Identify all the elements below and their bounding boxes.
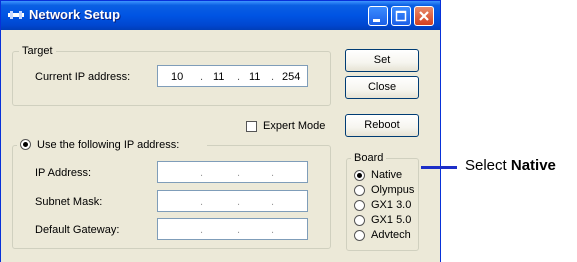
callout-emphasis: Native bbox=[510, 157, 556, 174]
static-ip-radio-header[interactable]: Use the following IP address: bbox=[17, 138, 207, 152]
ip-separator: . bbox=[237, 71, 241, 83]
ip-separator: . bbox=[200, 196, 204, 208]
default-gateway-label: Default Gateway: bbox=[35, 224, 120, 236]
subnet-mask-field[interactable]: . . . bbox=[157, 190, 308, 212]
reboot-button[interactable]: Reboot bbox=[345, 114, 419, 137]
board-group: Board Native Olympus GX1 3.0 GX1 5.0 Adv… bbox=[346, 151, 419, 251]
ip-separator: . bbox=[271, 167, 275, 179]
board-option-native: Native bbox=[371, 169, 403, 181]
callout-line bbox=[421, 166, 457, 169]
board-legend: Board bbox=[351, 151, 387, 165]
maximize-button[interactable] bbox=[391, 6, 411, 26]
ip-address-label: IP Address: bbox=[35, 167, 92, 179]
ip-separator: . bbox=[237, 224, 241, 236]
use-following-ip-label: Use the following IP address: bbox=[37, 139, 180, 151]
ip-separator: . bbox=[200, 167, 204, 179]
window-title: Network Setup bbox=[29, 7, 121, 22]
maximize-icon bbox=[395, 10, 407, 22]
target-group: Target Current IP address: 10 . 11 . 11 … bbox=[12, 44, 331, 106]
title-bar[interactable]: Network Setup bbox=[1, 1, 440, 30]
callout-prefix: Select bbox=[465, 157, 511, 174]
ip-octet: 10 bbox=[171, 71, 184, 83]
network-setup-window: Network Setup Target Current IP address:… bbox=[0, 0, 441, 262]
ip-octet: 11 bbox=[249, 71, 261, 83]
ip-separator: . bbox=[271, 196, 275, 208]
current-ip-label: Current IP address: bbox=[35, 71, 131, 83]
callout-text: Select Native bbox=[465, 157, 556, 175]
ip-separator: . bbox=[200, 224, 204, 236]
ip-separator: . bbox=[271, 71, 275, 83]
ip-separator: . bbox=[271, 224, 275, 236]
board-radio-olympus[interactable] bbox=[354, 185, 365, 196]
subnet-mask-label: Subnet Mask: bbox=[35, 196, 103, 208]
minimize-icon bbox=[373, 19, 380, 22]
board-option-gx1-5: GX1 5.0 bbox=[371, 214, 412, 226]
board-option-advtech: Advtech bbox=[371, 229, 411, 241]
board-radio-gx1-5[interactable] bbox=[354, 215, 365, 226]
set-button[interactable]: Set bbox=[345, 49, 419, 72]
use-following-ip-radio[interactable] bbox=[20, 139, 31, 150]
static-ip-group: Use the following IP address: IP Address… bbox=[12, 138, 331, 249]
board-radio-native[interactable] bbox=[354, 170, 365, 181]
ip-octet: 11 bbox=[213, 71, 225, 83]
close-window-button[interactable] bbox=[414, 6, 434, 26]
ip-address-field[interactable]: . . . bbox=[157, 161, 308, 183]
minimize-button[interactable] bbox=[368, 6, 388, 26]
current-ip-field[interactable]: 10 . 11 . 11 . 254 bbox=[157, 65, 308, 87]
ip-separator: . bbox=[237, 167, 241, 179]
network-icon bbox=[8, 11, 24, 19]
board-radio-advtech[interactable] bbox=[354, 230, 365, 241]
board-radio-gx1-3[interactable] bbox=[354, 200, 365, 211]
board-option-gx1-3: GX1 3.0 bbox=[371, 199, 412, 211]
default-gateway-field[interactable]: . . . bbox=[157, 218, 308, 240]
ip-octet: 254 bbox=[282, 71, 301, 83]
expert-mode-checkbox[interactable] bbox=[246, 121, 257, 132]
close-button[interactable]: Close bbox=[345, 76, 419, 99]
board-option-olympus: Olympus bbox=[371, 184, 415, 196]
target-legend: Target bbox=[19, 44, 56, 58]
expert-mode-label: Expert Mode bbox=[263, 120, 326, 132]
ip-separator: . bbox=[237, 196, 241, 208]
close-icon bbox=[419, 11, 429, 21]
ip-separator: . bbox=[200, 71, 204, 83]
